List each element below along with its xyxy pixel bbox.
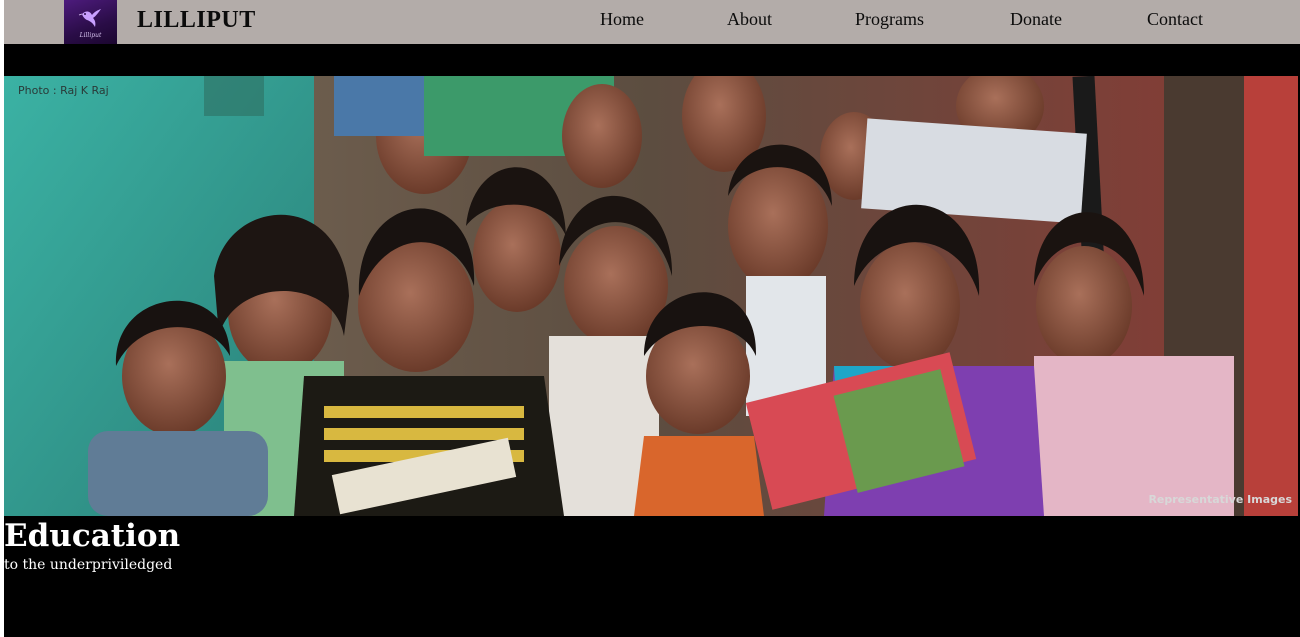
brand-logo[interactable]: Lilliput xyxy=(64,0,117,44)
nav-home[interactable]: Home xyxy=(600,9,644,30)
nav-contact[interactable]: Contact xyxy=(1147,9,1203,30)
nav-donate[interactable]: Donate xyxy=(1010,9,1062,30)
children-reading-photo xyxy=(4,76,1298,516)
hummingbird-icon xyxy=(78,9,101,27)
nav-about[interactable]: About xyxy=(727,9,772,30)
hero-title: Education xyxy=(4,518,181,554)
page: Lilliput LILLIPUT Home About Programs Do… xyxy=(0,0,1300,637)
logo-caption: Lilliput xyxy=(79,32,102,39)
photo-credit: Photo : Raj K Raj xyxy=(18,84,109,97)
hero-image: Photo : Raj K Raj Representative Images xyxy=(4,76,1298,516)
representative-watermark: Representative Images xyxy=(1148,493,1292,506)
hero-subtitle: to the underpriviledged xyxy=(4,557,173,573)
nav-programs[interactable]: Programs xyxy=(855,9,924,30)
brand-name[interactable]: LILLIPUT xyxy=(137,7,256,34)
top-navbar: Lilliput LILLIPUT Home About Programs Do… xyxy=(4,0,1300,44)
